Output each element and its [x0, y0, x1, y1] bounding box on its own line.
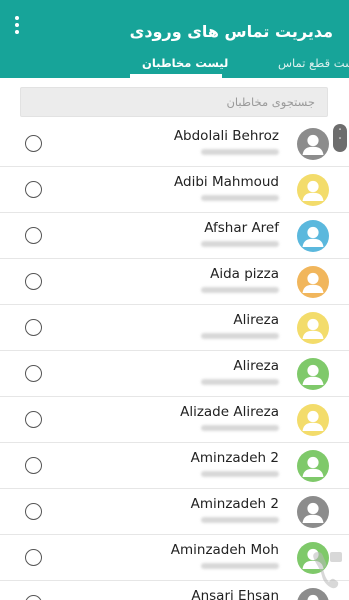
more-vert-icon[interactable]: [8, 14, 26, 36]
contact-number-blurred: [201, 563, 279, 569]
contact-name: Alizade Alireza: [180, 404, 279, 420]
person-icon: [297, 220, 329, 252]
contact-row[interactable]: Abdolali Behroz: [0, 121, 349, 167]
contact-number-blurred: [201, 425, 279, 431]
contact-number-blurred: [201, 149, 279, 155]
contact-number-blurred: [201, 471, 279, 477]
contact-name: Afshar Aref: [204, 220, 279, 236]
contact-number-blurred: [201, 333, 279, 339]
radio-unchecked-icon[interactable]: [25, 549, 42, 566]
contact-name: Abdolali Behroz: [173, 128, 279, 144]
contact-number-blurred: [201, 287, 279, 293]
radio-unchecked-icon[interactable]: [25, 227, 42, 244]
person-icon: [297, 496, 329, 528]
contact-name: Alireza: [233, 312, 279, 328]
radio-unchecked-icon[interactable]: [25, 411, 42, 428]
contact-number-blurred: [201, 241, 279, 247]
search-input[interactable]: [21, 88, 327, 116]
person-icon: [297, 174, 329, 206]
contact-row[interactable]: Aminzadeh Moh: [0, 535, 349, 581]
contact-row[interactable]: Alireza: [0, 351, 349, 397]
radio-unchecked-icon[interactable]: [25, 319, 42, 336]
active-tab-indicator: [130, 74, 222, 78]
fast-scroll-thumb-icon[interactable]: ˄ ˅: [333, 124, 347, 152]
radio-unchecked-icon[interactable]: [25, 365, 42, 382]
contact-name: Aminzadeh 2: [190, 450, 279, 466]
tab-contacts-list[interactable]: لیست مخاطبان: [142, 56, 228, 70]
app-logo-watermark-icon: [313, 552, 342, 589]
contact-number-blurred: [201, 195, 279, 201]
radio-unchecked-icon[interactable]: [25, 595, 42, 600]
person-icon: [297, 266, 329, 298]
person-icon: [297, 312, 329, 344]
person-icon: [297, 128, 329, 160]
contact-name: Aida pizza: [210, 266, 279, 282]
contact-list[interactable]: Abdolali Behroz Adibi Mahmoud Afshar Aref A…: [0, 121, 349, 600]
contact-row[interactable]: Alireza: [0, 305, 349, 351]
page-title: مدیریت تماس های ورودی: [129, 22, 333, 41]
contact-row[interactable]: Aminzadeh 2: [0, 443, 349, 489]
contact-name: Adibi Mahmoud: [174, 174, 279, 190]
contact-name: Aminzadeh Moh: [170, 542, 279, 558]
radio-unchecked-icon[interactable]: [25, 503, 42, 520]
contact-row[interactable]: Aida pizza: [0, 259, 349, 305]
search-box: [20, 87, 328, 117]
contact-row[interactable]: Ansari Ehsan: [0, 581, 349, 600]
contact-number-blurred: [201, 379, 279, 385]
person-icon: [297, 404, 329, 436]
contact-name: Ansari Ehsan: [191, 588, 279, 600]
tab-blocked-list[interactable]: لیست قطع تماس: [278, 56, 349, 70]
contact-name: Alireza: [233, 358, 279, 374]
radio-unchecked-icon[interactable]: [25, 457, 42, 474]
contact-name: Aminzadeh 2: [190, 496, 279, 512]
contact-row[interactable]: Adibi Mahmoud: [0, 167, 349, 213]
radio-unchecked-icon[interactable]: [25, 135, 42, 152]
radio-unchecked-icon[interactable]: [25, 273, 42, 290]
radio-unchecked-icon[interactable]: [25, 181, 42, 198]
app-bar: مدیریت تماس های ورودی لیست قطع تماس لیست…: [0, 0, 349, 78]
person-icon: [297, 450, 329, 482]
contact-row[interactable]: Aminzadeh 2: [0, 489, 349, 535]
contact-number-blurred: [201, 517, 279, 523]
person-icon: [297, 358, 329, 390]
contact-row[interactable]: Alizade Alireza: [0, 397, 349, 443]
contact-row[interactable]: Afshar Aref: [0, 213, 349, 259]
